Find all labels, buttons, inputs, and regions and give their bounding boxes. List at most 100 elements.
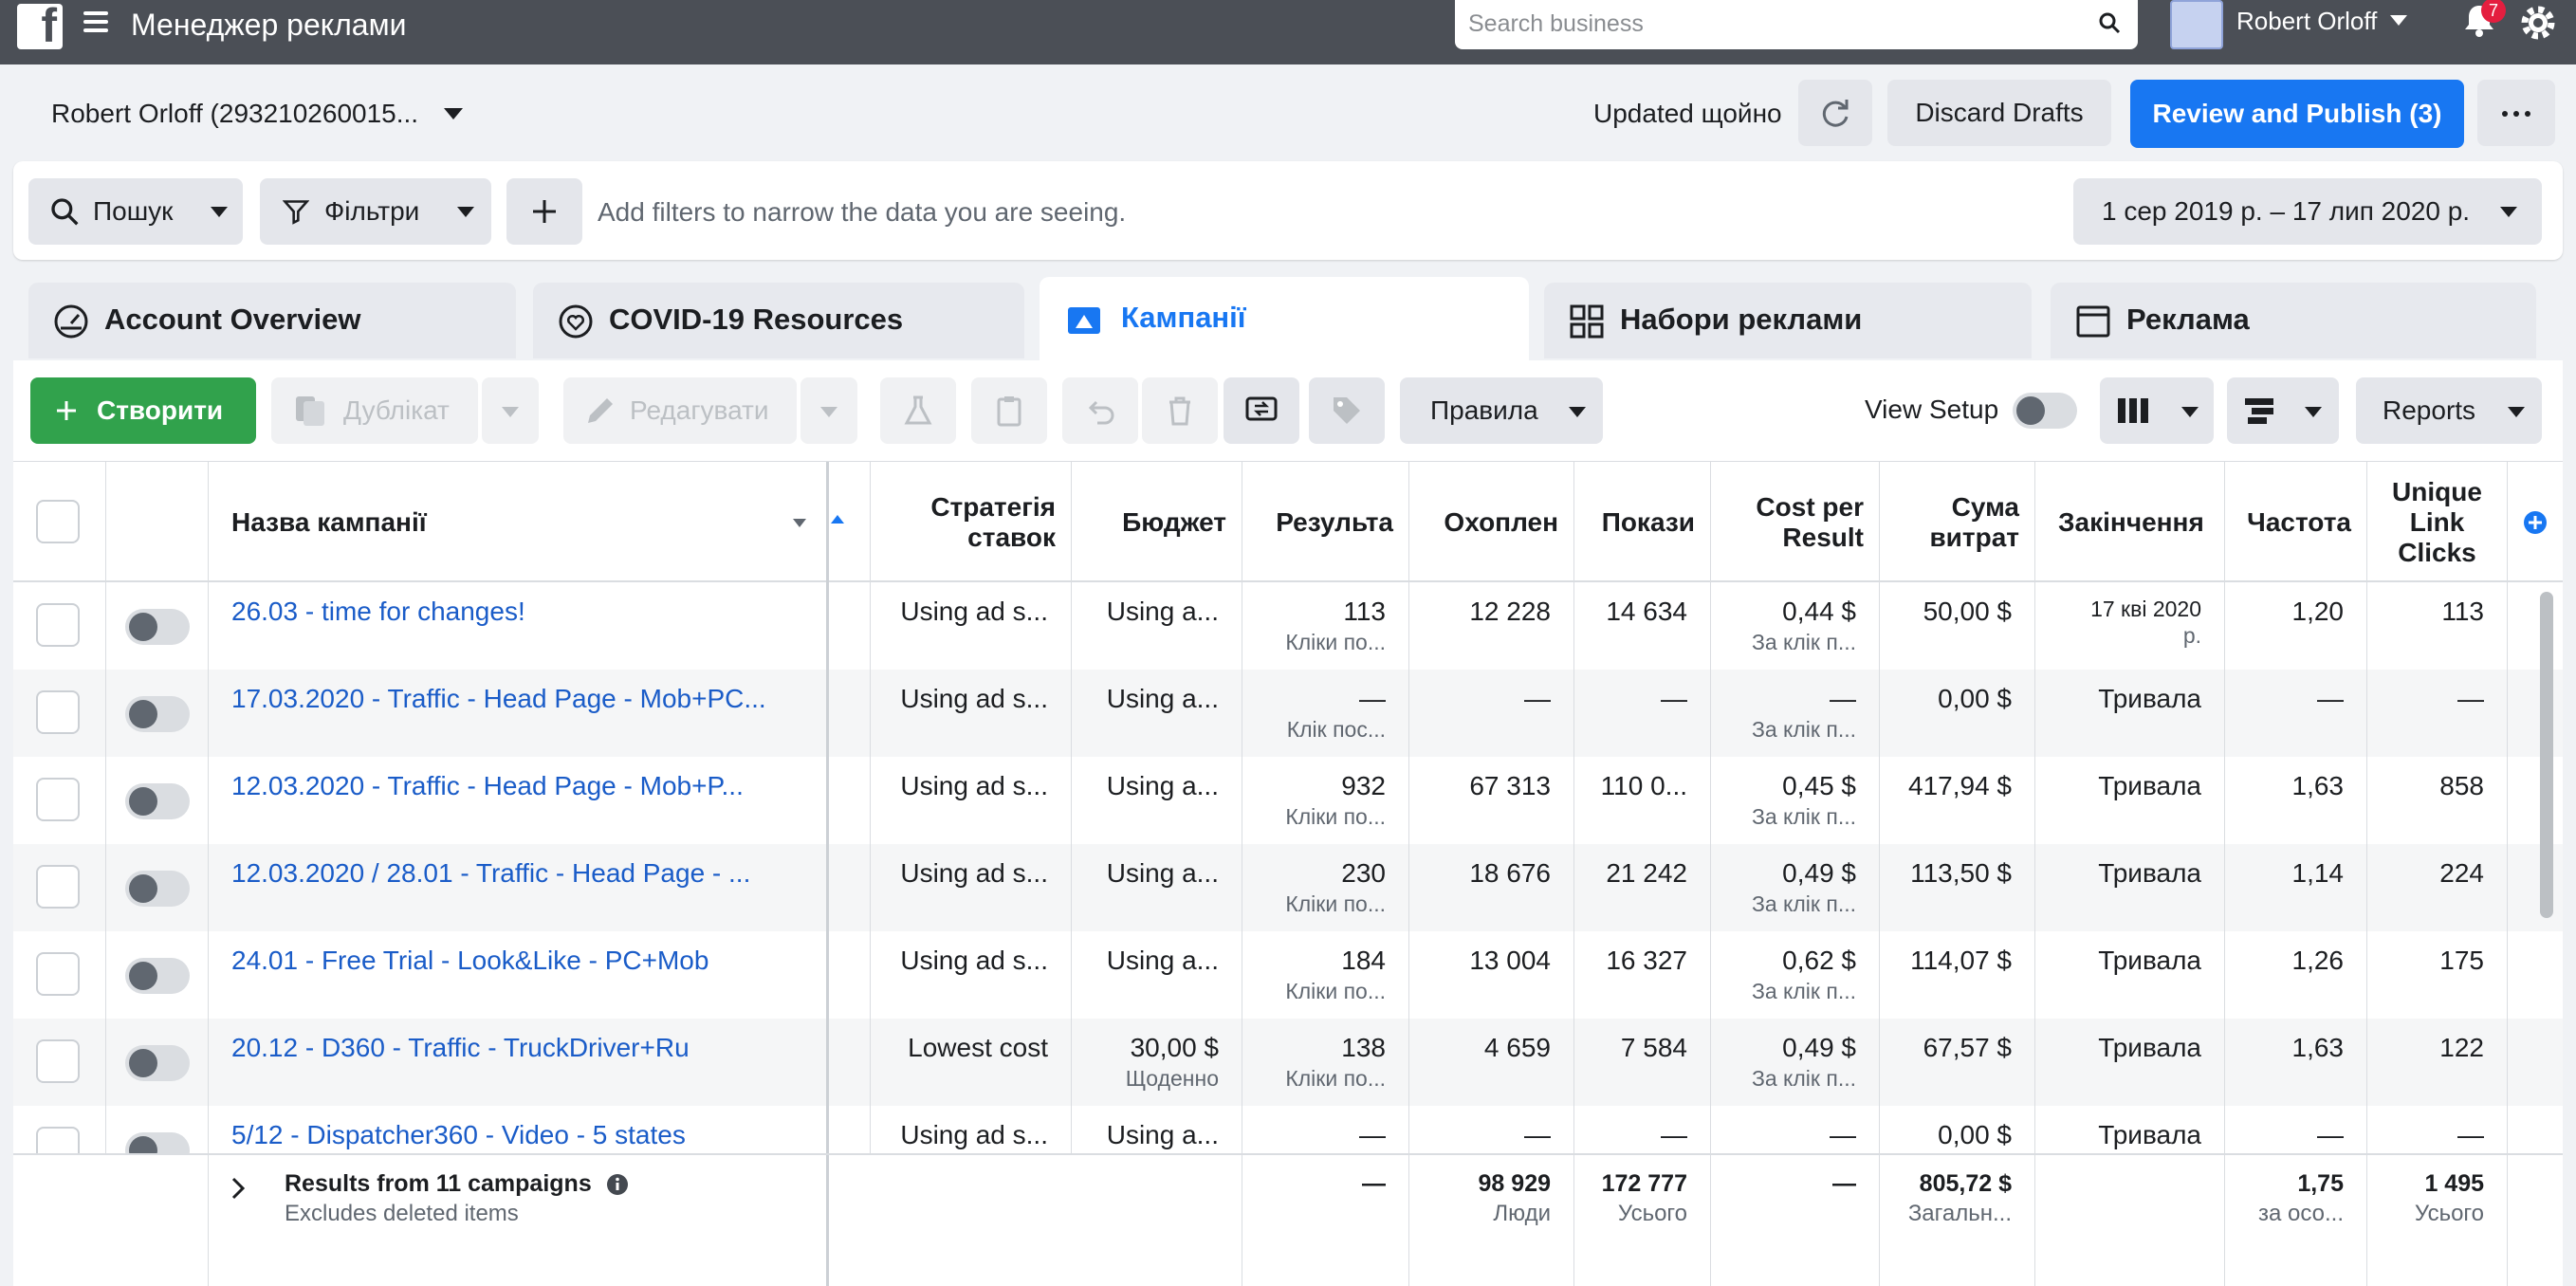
row-checkbox[interactable] — [36, 690, 80, 734]
tab-covid-resources[interactable]: COVID-19 Resources — [533, 283, 1024, 358]
column-header-impressions[interactable]: Покази — [1574, 462, 1711, 583]
gear-icon[interactable] — [2517, 2, 2559, 44]
rules-dropdown[interactable]: Правила — [1400, 377, 1603, 444]
filters-dropdown[interactable]: Фільтри — [260, 178, 491, 245]
table-scrollbar[interactable] — [2540, 592, 2553, 918]
campaign-name-link[interactable]: 20.12 - D360 - Traffic - TruckDriver+Ru — [231, 1032, 819, 1064]
row-checkbox[interactable] — [36, 952, 80, 996]
tag-button[interactable] — [1309, 377, 1385, 444]
clipboard-icon — [997, 396, 1021, 427]
discard-drafts-button[interactable]: Discard Drafts — [1887, 80, 2111, 146]
chevron-down-icon[interactable] — [444, 108, 463, 119]
duplicate-button[interactable]: Дублікат — [271, 377, 478, 444]
account-selector[interactable]: Robert Orloff (293210260015... — [51, 97, 418, 131]
column-header-results[interactable]: Результа — [1242, 462, 1409, 583]
date-range-label: 1 сер 2019 р. – 17 лип 2020 р. — [2102, 196, 2471, 226]
chevron-down-icon[interactable] — [2390, 15, 2407, 26]
column-header-cost-per-result[interactable]: Cost per Result — [1711, 462, 1880, 583]
cell-subvalue: Кліки по... — [1285, 630, 1386, 654]
campaign-toggle[interactable] — [125, 1045, 190, 1081]
view-setup-toggle[interactable] — [2013, 393, 2077, 429]
table-row[interactable]: 12.03.2020 - Traffic - Head Page - Mob+P… — [13, 757, 2563, 844]
sort-up-icon[interactable] — [831, 515, 844, 524]
campaign-toggle[interactable] — [125, 958, 190, 994]
cell-value: 417,94 $ — [1908, 771, 2012, 800]
campaign-toggle[interactable] — [125, 783, 190, 819]
campaign-name-cell: 12.03.2020 - Traffic - Head Page - Mob+P… — [209, 757, 829, 844]
chevron-right-icon[interactable] — [230, 1176, 247, 1201]
info-icon[interactable] — [606, 1173, 629, 1196]
cell-value: — — [1524, 1120, 1551, 1149]
refresh-button[interactable] — [1798, 80, 1872, 146]
row-checkbox[interactable] — [36, 1127, 80, 1153]
table-row[interactable]: 20.12 - D360 - Traffic - TruckDriver+Ru L… — [13, 1019, 2563, 1106]
user-name[interactable]: Robert Orloff — [2236, 4, 2377, 38]
table-row[interactable]: 26.03 - time for changes! Using ad s... Us… — [13, 582, 2563, 670]
row-checkbox[interactable] — [36, 1039, 80, 1083]
campaign-toggle[interactable] — [125, 871, 190, 907]
tab-account-overview[interactable]: Account Overview — [28, 283, 516, 358]
duplicate-dropdown[interactable] — [482, 377, 539, 444]
campaign-name-link[interactable]: 17.03.2020 - Traffic - Head Page - Mob+P… — [231, 683, 819, 715]
column-header-unique-link-clicks[interactable]: Unique Link Clicks — [2367, 462, 2508, 583]
undo-button[interactable] — [1062, 377, 1138, 444]
tab-campaigns[interactable]: Кампанії — [1040, 277, 1529, 364]
search-icon[interactable] — [2098, 11, 2121, 34]
add-filter-button[interactable] — [506, 178, 582, 245]
column-header-name[interactable]: Назва кампанії — [209, 462, 829, 583]
campaign-name-link[interactable]: 26.03 - time for changes! — [231, 596, 819, 628]
column-header-frequency[interactable]: Частота — [2225, 462, 2367, 583]
row-checkbox[interactable] — [36, 865, 80, 909]
campaign-name-link[interactable]: 24.01 - Free Trial - Look&Like - PC+Mob — [231, 945, 819, 977]
updated-status: Updated щойно — [1593, 99, 1782, 128]
date-range-picker[interactable]: 1 сер 2019 р. – 17 лип 2020 р. — [2073, 178, 2542, 245]
column-header-ends[interactable]: Закінчення — [2035, 462, 2225, 583]
ab-test-button[interactable] — [880, 377, 956, 444]
edit-dropdown[interactable] — [800, 377, 857, 444]
campaign-toggle[interactable] — [125, 696, 190, 732]
totals-amount-spent: 805,72 $ Загальн... — [1880, 1155, 2035, 1286]
reports-dropdown[interactable]: Reports — [2356, 377, 2542, 444]
facebook-logo-icon[interactable]: f — [17, 0, 63, 52]
table-row[interactable]: 17.03.2020 - Traffic - Head Page - Mob+P… — [13, 670, 2563, 757]
columns-button[interactable] — [2100, 377, 2214, 444]
tab-ads[interactable]: Реклама — [2051, 283, 2536, 358]
chevron-down-icon — [2181, 407, 2199, 417]
campaign-name-link[interactable]: 12.03.2020 - Traffic - Head Page - Mob+P… — [231, 770, 819, 802]
cell-results: 184 Кліки по... — [1242, 931, 1409, 1019]
breakdown-button[interactable] — [2227, 377, 2339, 444]
edit-button[interactable]: Редагувати — [563, 377, 797, 444]
cell-value: 0,49 $ — [1782, 858, 1856, 888]
campaign-name-link[interactable]: 5/12 - Dispatcher360 - Video - 5 states — [231, 1119, 819, 1151]
table-row[interactable]: 12.03.2020 / 28.01 - Traffic - Head Page… — [13, 844, 2563, 931]
table-row[interactable]: 5/12 - Dispatcher360 - Video - 5 states U… — [13, 1106, 2563, 1153]
avatar[interactable] — [2170, 0, 2223, 49]
delete-button[interactable] — [1142, 377, 1218, 444]
menu-icon[interactable] — [83, 11, 108, 36]
row-checkbox[interactable] — [36, 778, 80, 821]
cell-value: — — [2317, 1120, 2344, 1149]
tab-ad-sets[interactable]: Набори реклами — [1544, 283, 2032, 358]
more-options-button[interactable] — [2477, 80, 2555, 146]
search-business-input[interactable] — [1468, 0, 2056, 47]
row-checkbox[interactable] — [36, 603, 80, 647]
column-header-budget[interactable]: Бюджет — [1072, 462, 1242, 583]
table-row[interactable]: 24.01 - Free Trial - Look&Like - PC+Mob U… — [13, 931, 2563, 1019]
search-business-box[interactable] — [1455, 0, 2138, 49]
search-dropdown[interactable]: Пошук — [28, 178, 243, 245]
select-all-checkbox[interactable] — [36, 500, 80, 543]
cell-value: Using ad s... — [900, 1120, 1048, 1149]
campaign-name-link[interactable]: 12.03.2020 / 28.01 - Traffic - Head Page… — [231, 857, 819, 890]
compare-button[interactable] — [1224, 377, 1299, 444]
sort-caret-icon[interactable] — [793, 519, 806, 527]
cell-ulc: 858 — [2367, 757, 2508, 844]
clipboard-button[interactable] — [971, 377, 1047, 444]
column-header-reach[interactable]: Охоплен — [1409, 462, 1574, 583]
create-button[interactable]: Створити — [30, 377, 256, 444]
add-column-icon[interactable] — [2523, 510, 2548, 535]
campaign-toggle[interactable] — [125, 609, 190, 645]
column-header-amount-spent[interactable]: Сума витрат — [1880, 462, 2035, 583]
campaign-toggle[interactable] — [125, 1132, 190, 1153]
column-header-bid-strategy[interactable]: Стратегія ставок — [871, 462, 1072, 583]
review-publish-button[interactable]: Review and Publish (3) — [2130, 80, 2464, 148]
